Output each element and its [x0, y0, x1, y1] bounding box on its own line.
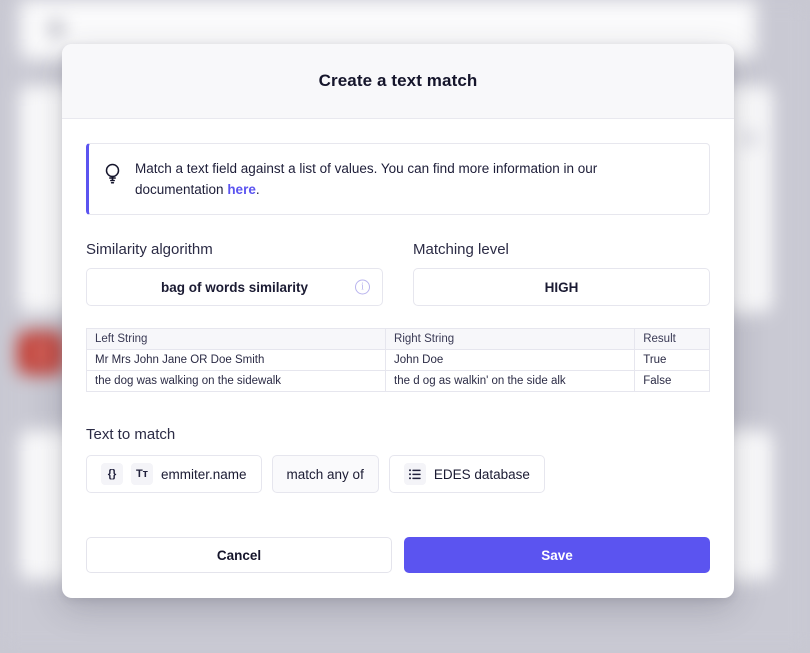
similarity-algorithm-label: Similarity algorithm [86, 241, 213, 258]
save-button[interactable]: Save [404, 537, 710, 573]
text-type-icon: Tт [131, 463, 153, 485]
table-cell-result: False [634, 370, 710, 392]
text-to-match-row: {} Tт emmiter.name match any of EDES dat… [86, 455, 710, 493]
source-list-chip[interactable]: EDES database [388, 455, 545, 493]
table-cell-left-string: the dog was walking on the sidewalk [85, 370, 387, 392]
field-selector-chip[interactable]: {} Tт emmiter.name [86, 455, 262, 493]
matching-level-value: HIGH [544, 279, 579, 295]
background-icon-dot-secondary [742, 133, 756, 144]
modal-footer: Cancel Save [62, 537, 734, 573]
lightbulb-icon [101, 160, 123, 186]
table-cell-right-string: John Doe [385, 349, 636, 371]
background-icon-dot [50, 22, 62, 35]
info-banner: Match a text field against a list of val… [86, 143, 710, 215]
operator-value: match any of [286, 466, 364, 482]
table-cell-result: True [634, 349, 710, 371]
cancel-button[interactable]: Cancel [86, 537, 392, 573]
table-header-row: Left String Right String Result [85, 328, 710, 350]
examples-table: Left String Right String Result Mr Mrs J… [85, 328, 710, 392]
matching-level-field: Matching level HIGH [413, 241, 710, 306]
documentation-link[interactable]: here [227, 182, 256, 197]
matching-level-select[interactable]: HIGH [413, 268, 710, 306]
table-header-right-string: Right String [385, 328, 636, 350]
algorithm-settings-row: Similarity algorithm bag of words simila… [86, 241, 710, 306]
table-header-result: Result [634, 328, 710, 350]
table-cell-left-string: Mr Mrs John Jane OR Doe Smith [85, 349, 387, 371]
operator-chip[interactable]: match any of [271, 455, 379, 493]
braces-icon: {} [101, 463, 123, 485]
field-selector-value: emmiter.name [161, 466, 247, 482]
table-header-left-string: Left String [85, 328, 387, 350]
list-icon [403, 463, 426, 485]
modal-body: Match a text field against a list of val… [62, 119, 734, 501]
info-banner-text: Match a text field against a list of val… [135, 158, 665, 200]
info-circle-icon[interactable]: i [355, 279, 370, 295]
matching-level-label: Matching level [413, 241, 509, 258]
table-cell-right-string: the d og as walkin' on the side alk [385, 370, 636, 392]
modal-title: Create a text match [318, 71, 478, 90]
source-list-value: EDES database [433, 466, 530, 482]
similarity-algorithm-field: Similarity algorithm bag of words simila… [86, 241, 383, 306]
table-row: Mr Mrs John Jane OR Doe Smith John Doe T… [85, 349, 710, 371]
create-text-match-modal: Create a text match Match a text field a… [62, 44, 734, 598]
table-row: the dog was walking on the sidewalk the … [85, 370, 710, 392]
background-red-badge-glyph [36, 343, 47, 363]
info-text-before: Match a text field against a list of val… [135, 161, 598, 197]
info-text-after: . [255, 182, 260, 197]
similarity-algorithm-select[interactable]: bag of words similarity i [86, 268, 383, 306]
modal-header: Create a text match [62, 44, 734, 119]
text-to-match-label: Text to match [86, 426, 176, 443]
similarity-algorithm-value: bag of words similarity [160, 279, 309, 295]
